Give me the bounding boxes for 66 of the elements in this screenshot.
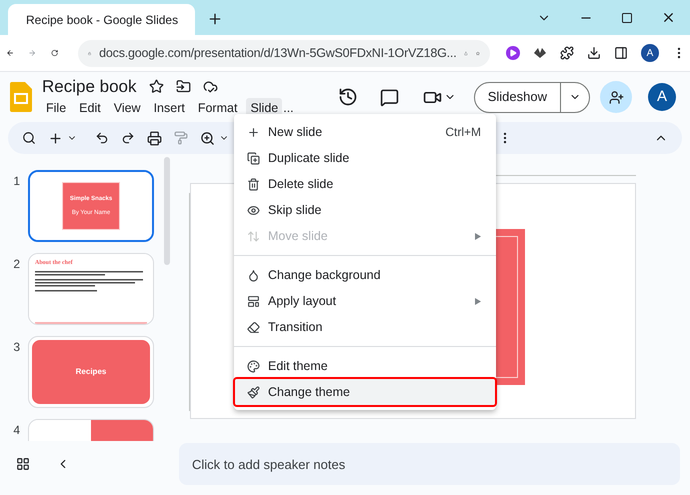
move-folder-icon[interactable] bbox=[176, 79, 191, 94]
speaker-notes-field[interactable]: Click to add speaker notes bbox=[179, 443, 680, 485]
paint-brush-icon bbox=[247, 386, 260, 398]
close-icon[interactable] bbox=[661, 10, 676, 25]
undo-icon[interactable] bbox=[95, 131, 109, 145]
add-icon[interactable] bbox=[48, 130, 63, 146]
submenu-arrow-icon bbox=[475, 232, 481, 240]
scrollbar[interactable] bbox=[164, 157, 170, 265]
eye-icon bbox=[247, 204, 260, 216]
more-menus[interactable]: ... bbox=[283, 98, 294, 118]
slide-number: 3 bbox=[12, 339, 20, 356]
duplicate-icon bbox=[247, 152, 260, 164]
search-icon[interactable] bbox=[22, 131, 36, 145]
url-text: docs.google.com/presentation/d/13Wn-5GwS0FDxNI-1OrVZ18G... bbox=[99, 44, 456, 62]
submenu-arrow-icon bbox=[475, 298, 481, 304]
comment-icon[interactable] bbox=[380, 88, 399, 106]
profile-avatar[interactable]: A bbox=[640, 44, 659, 62]
menu-item[interactable]: Insert bbox=[150, 98, 189, 118]
maximize-icon[interactable] bbox=[621, 12, 633, 24]
menu-option[interactable]: New slide Ctrl+M bbox=[235, 119, 495, 145]
menu-option[interactable]: Delete slide bbox=[235, 171, 495, 197]
grid-view-icon[interactable] bbox=[16, 457, 30, 471]
print-icon[interactable] bbox=[147, 130, 162, 146]
menu-option[interactable]: Skip slide bbox=[235, 197, 495, 223]
slide-number: 2 bbox=[12, 256, 20, 273]
account-avatar[interactable]: A bbox=[648, 83, 676, 111]
slide-number: 1 bbox=[12, 173, 20, 190]
menu-item[interactable]: Format bbox=[194, 98, 242, 118]
slide-title: Recipes bbox=[76, 366, 106, 378]
menu-item[interactable]: View bbox=[110, 98, 145, 118]
palette-icon bbox=[247, 360, 260, 372]
menu-option[interactable]: Change background bbox=[235, 262, 495, 288]
new-tab-icon[interactable] bbox=[207, 11, 223, 27]
cloud-icon[interactable] bbox=[202, 79, 218, 94]
document-title[interactable]: Recipe book bbox=[42, 76, 137, 98]
play-extension-icon[interactable] bbox=[506, 46, 520, 60]
browser-tab[interactable]: Recipe book - Google Slides bbox=[8, 4, 195, 35]
tab-title: Recipe book - Google Slides bbox=[26, 12, 178, 28]
eraser-icon bbox=[247, 320, 260, 334]
layout-icon bbox=[247, 294, 260, 308]
download-icon[interactable] bbox=[586, 46, 601, 60]
extensions-icon[interactable] bbox=[560, 46, 574, 60]
menu-item[interactable]: Edit bbox=[75, 98, 105, 118]
side-panel-icon[interactable] bbox=[614, 46, 628, 60]
droplet-icon bbox=[247, 268, 260, 282]
redo-icon[interactable] bbox=[121, 131, 135, 145]
menu-option[interactable]: Duplicate slide bbox=[235, 145, 495, 171]
extension-icon[interactable] bbox=[532, 47, 547, 59]
share-button[interactable] bbox=[600, 81, 632, 113]
plus-icon bbox=[247, 126, 260, 138]
star-icon[interactable] bbox=[148, 79, 164, 94]
menu-option[interactable]: Edit theme bbox=[235, 353, 495, 379]
slideshow-button[interactable]: Slideshow bbox=[474, 82, 590, 112]
zoom-icon[interactable] bbox=[200, 130, 215, 146]
slides-logo-icon bbox=[10, 82, 32, 112]
add-person-icon bbox=[608, 90, 624, 104]
menu-option[interactable]: Apply layout bbox=[235, 288, 495, 314]
menu-item[interactable]: File bbox=[42, 98, 70, 118]
menu-option[interactable]: Transition bbox=[235, 314, 495, 340]
address-bar[interactable]: docs.google.com/presentation/d/13Wn-5GwS0FDxNI-1OrVZ18G... bbox=[78, 40, 490, 66]
arrows-icon bbox=[247, 230, 260, 242]
trash-icon bbox=[247, 178, 260, 190]
shortcut-text: Ctrl+M bbox=[445, 124, 481, 141]
slide-number: 4 bbox=[12, 422, 20, 439]
history-icon[interactable] bbox=[338, 87, 358, 107]
menu-option[interactable]: Change theme bbox=[235, 379, 495, 405]
